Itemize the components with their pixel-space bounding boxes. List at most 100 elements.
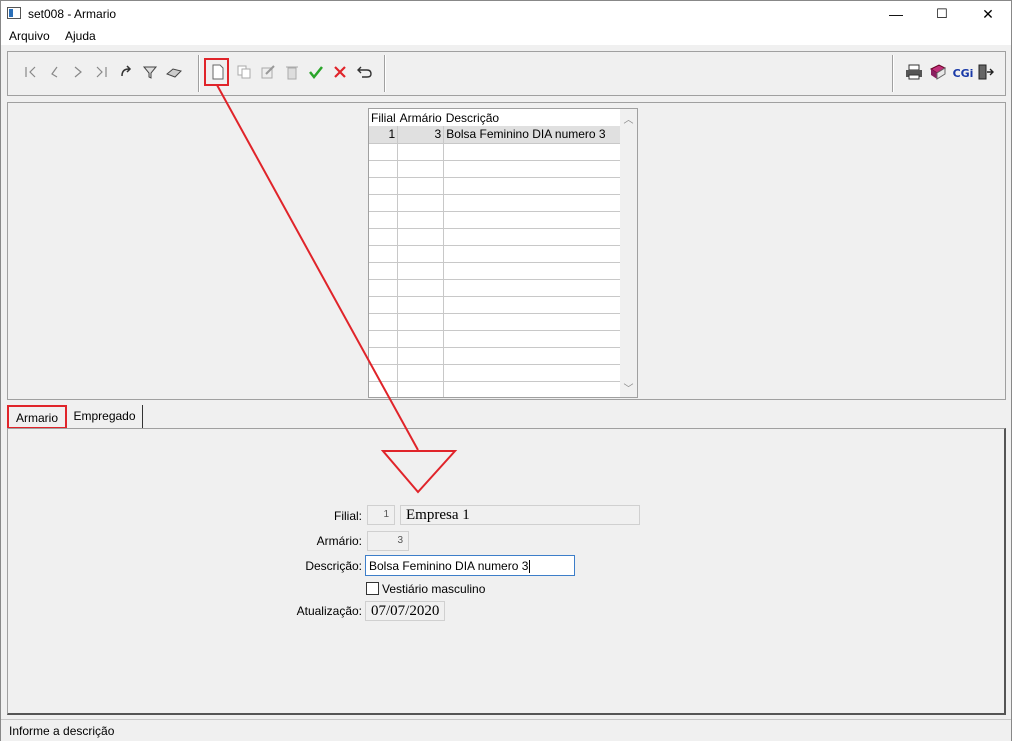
minimize-button[interactable]: — [873, 1, 919, 27]
empty-row [369, 313, 621, 331]
menu-bar: Arquivo Ajuda [1, 27, 1011, 45]
column-header-descricao[interactable]: Descrição [444, 109, 621, 126]
grid-scrollbar[interactable]: ︿ ﹀ [620, 109, 637, 397]
empty-cell [369, 228, 399, 246]
menu-ajuda[interactable]: Ajuda [65, 29, 96, 43]
empty-cell [369, 330, 399, 348]
empty-cell [397, 381, 445, 397]
empty-cell [397, 143, 445, 161]
empty-cell [369, 364, 399, 382]
empty-cell [443, 245, 621, 263]
filter-icon[interactable] [140, 64, 160, 84]
empty-cell [369, 279, 399, 297]
armario-label: Armário: [316, 534, 362, 548]
atualizacao-field: 07/07/2020 [365, 601, 445, 621]
empty-row [369, 194, 621, 212]
cell-filial[interactable]: 1 [369, 126, 399, 144]
empty-cell [397, 228, 445, 246]
atualizacao-label: Atualização: [296, 604, 362, 618]
empty-row [369, 245, 621, 263]
scroll-up-icon[interactable]: ︿ [620, 111, 637, 126]
empty-cell [369, 245, 399, 263]
empty-cell [443, 296, 621, 314]
empty-cell [397, 211, 445, 229]
toolbar-separator [198, 55, 200, 92]
empty-cell [369, 143, 399, 161]
empty-cell [443, 313, 621, 331]
print-icon[interactable] [904, 64, 924, 84]
cancel-icon[interactable] [330, 64, 350, 84]
scroll-down-icon[interactable]: ﹀ [620, 380, 637, 395]
empty-row [369, 279, 621, 297]
empty-cell [443, 364, 621, 382]
new-record-icon[interactable] [208, 64, 228, 84]
cgi-icon[interactable]: CGi [951, 64, 975, 84]
empty-cell [397, 262, 445, 280]
grid-panel: Filial Armário Descrição 1 3 Bolsa Femin… [7, 102, 1006, 400]
tab-armario[interactable]: Armario [7, 405, 67, 429]
empty-cell [397, 194, 445, 212]
status-bar: Informe a descrição [1, 719, 1011, 741]
maximize-button[interactable]: ☐ [919, 1, 965, 27]
empty-row [369, 381, 621, 397]
empty-cell [369, 262, 399, 280]
edit-icon[interactable] [258, 64, 278, 84]
table-row[interactable]: 1 3 Bolsa Feminino DIA numero 3 [369, 126, 621, 144]
undo-icon[interactable] [354, 64, 374, 84]
toolbar-separator [892, 55, 894, 92]
prev-record-icon[interactable] [44, 64, 64, 84]
empty-cell [369, 313, 399, 331]
toolbar: CGi [7, 51, 1006, 96]
empty-row [369, 364, 621, 382]
app-window: set008 - Armario — ☐ ✕ Arquivo Ajuda CGi… [0, 0, 1012, 741]
search-icon[interactable] [164, 64, 184, 84]
delete-icon[interactable] [282, 64, 302, 84]
vestiario-checkbox[interactable] [366, 582, 379, 595]
filial-field[interactable]: 1 [367, 505, 395, 525]
empty-cell [443, 381, 621, 397]
records-grid[interactable]: Filial Armário Descrição 1 3 Bolsa Femin… [368, 108, 638, 398]
last-record-icon[interactable] [92, 64, 112, 84]
column-header-armario[interactable]: Armário [398, 109, 444, 126]
tab-panel-armario: Filial: 1 Empresa 1 Armário: 3 Descrição… [7, 428, 1006, 715]
column-header-filial[interactable]: Filial [369, 109, 398, 126]
menu-arquivo[interactable]: Arquivo [9, 29, 50, 43]
empty-cell [443, 160, 621, 178]
descricao-label: Descrição: [305, 559, 362, 573]
empty-cell [397, 177, 445, 195]
descricao-input[interactable]: Bolsa Feminino DIA numero 3 [365, 555, 575, 576]
status-message: Informe a descrição [9, 724, 115, 738]
empty-cell [443, 228, 621, 246]
empty-cell [369, 160, 399, 178]
empty-cell [443, 262, 621, 280]
empty-row [369, 143, 621, 161]
empty-cell [443, 177, 621, 195]
empty-cell [397, 296, 445, 314]
window-title: set008 - Armario [28, 7, 117, 21]
empty-row [369, 160, 621, 178]
empty-cell [443, 194, 621, 212]
empty-cell [443, 211, 621, 229]
copy-icon[interactable] [234, 64, 254, 84]
first-record-icon[interactable] [20, 64, 40, 84]
confirm-icon[interactable] [306, 64, 326, 84]
filial-label: Filial: [333, 509, 362, 523]
empty-cell [369, 177, 399, 195]
armario-field: 3 [367, 531, 409, 551]
empty-cell [369, 347, 399, 365]
cell-descricao[interactable]: Bolsa Feminino DIA numero 3 [443, 126, 621, 144]
empty-row [369, 330, 621, 348]
next-record-icon[interactable] [68, 64, 88, 84]
app-icon [7, 7, 21, 19]
empty-cell [397, 279, 445, 297]
toolbar-separator [384, 55, 386, 92]
empty-cell [443, 279, 621, 297]
tab-empregado[interactable]: Empregado [67, 405, 143, 429]
exit-icon[interactable] [976, 64, 996, 84]
cell-armario[interactable]: 3 [397, 126, 445, 144]
empty-row [369, 228, 621, 246]
refresh-icon[interactable] [116, 64, 136, 84]
vestiario-label: Vestiário masculino [382, 582, 486, 596]
close-button[interactable]: ✕ [965, 1, 1011, 27]
book-icon[interactable] [928, 64, 948, 84]
